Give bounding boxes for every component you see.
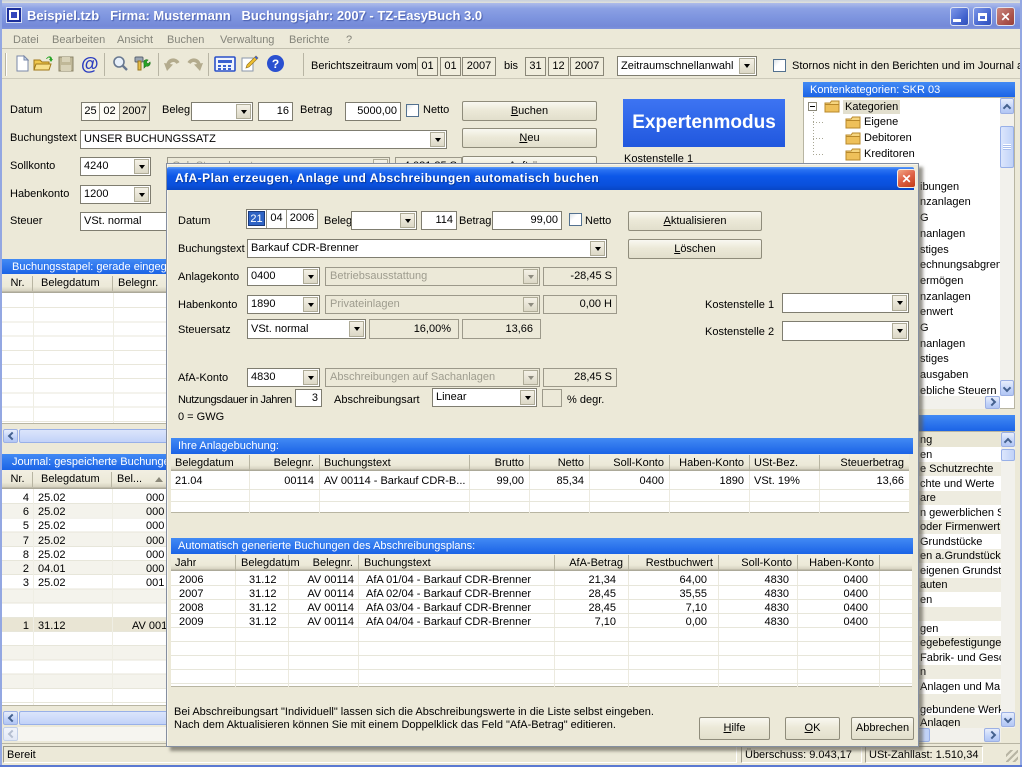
svg-text:?: ? xyxy=(272,57,279,71)
